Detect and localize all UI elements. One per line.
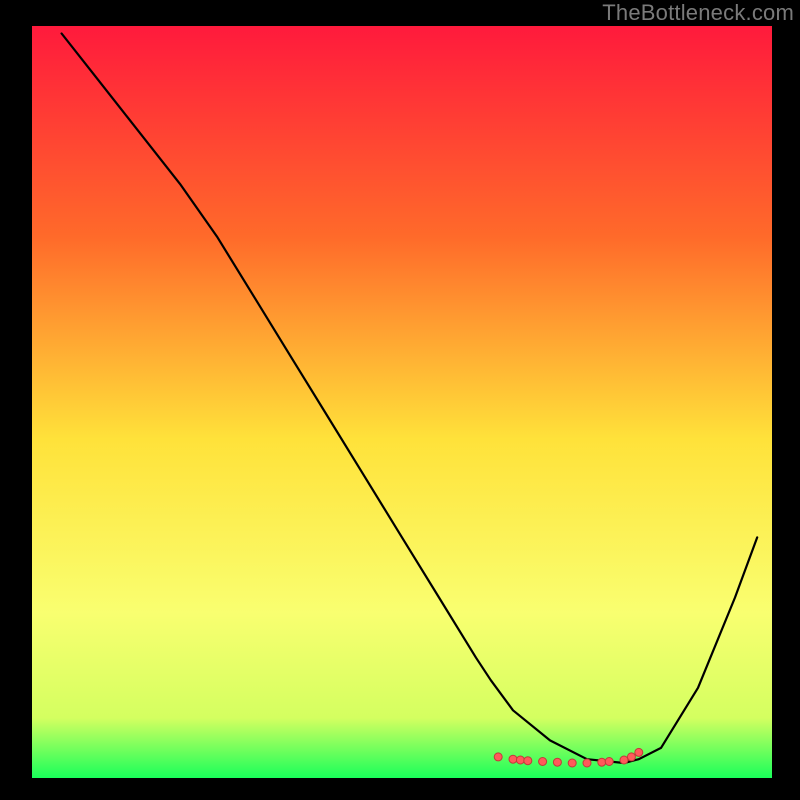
optimal-marker (516, 756, 524, 764)
optimal-marker (553, 758, 561, 766)
watermark-label: TheBottleneck.com (602, 0, 794, 26)
bottleneck-chart (0, 0, 800, 800)
chart-root: TheBottleneck.com (0, 0, 800, 800)
optimal-marker (583, 759, 591, 767)
optimal-marker (605, 758, 613, 766)
optimal-marker (598, 758, 606, 766)
optimal-marker (494, 753, 502, 761)
plot-area (32, 26, 772, 778)
optimal-marker (620, 756, 628, 764)
optimal-marker (539, 758, 547, 766)
optimal-marker (627, 753, 635, 761)
optimal-marker (509, 755, 517, 763)
optimal-marker (524, 757, 532, 765)
optimal-marker (568, 759, 576, 767)
optimal-marker (635, 748, 643, 756)
